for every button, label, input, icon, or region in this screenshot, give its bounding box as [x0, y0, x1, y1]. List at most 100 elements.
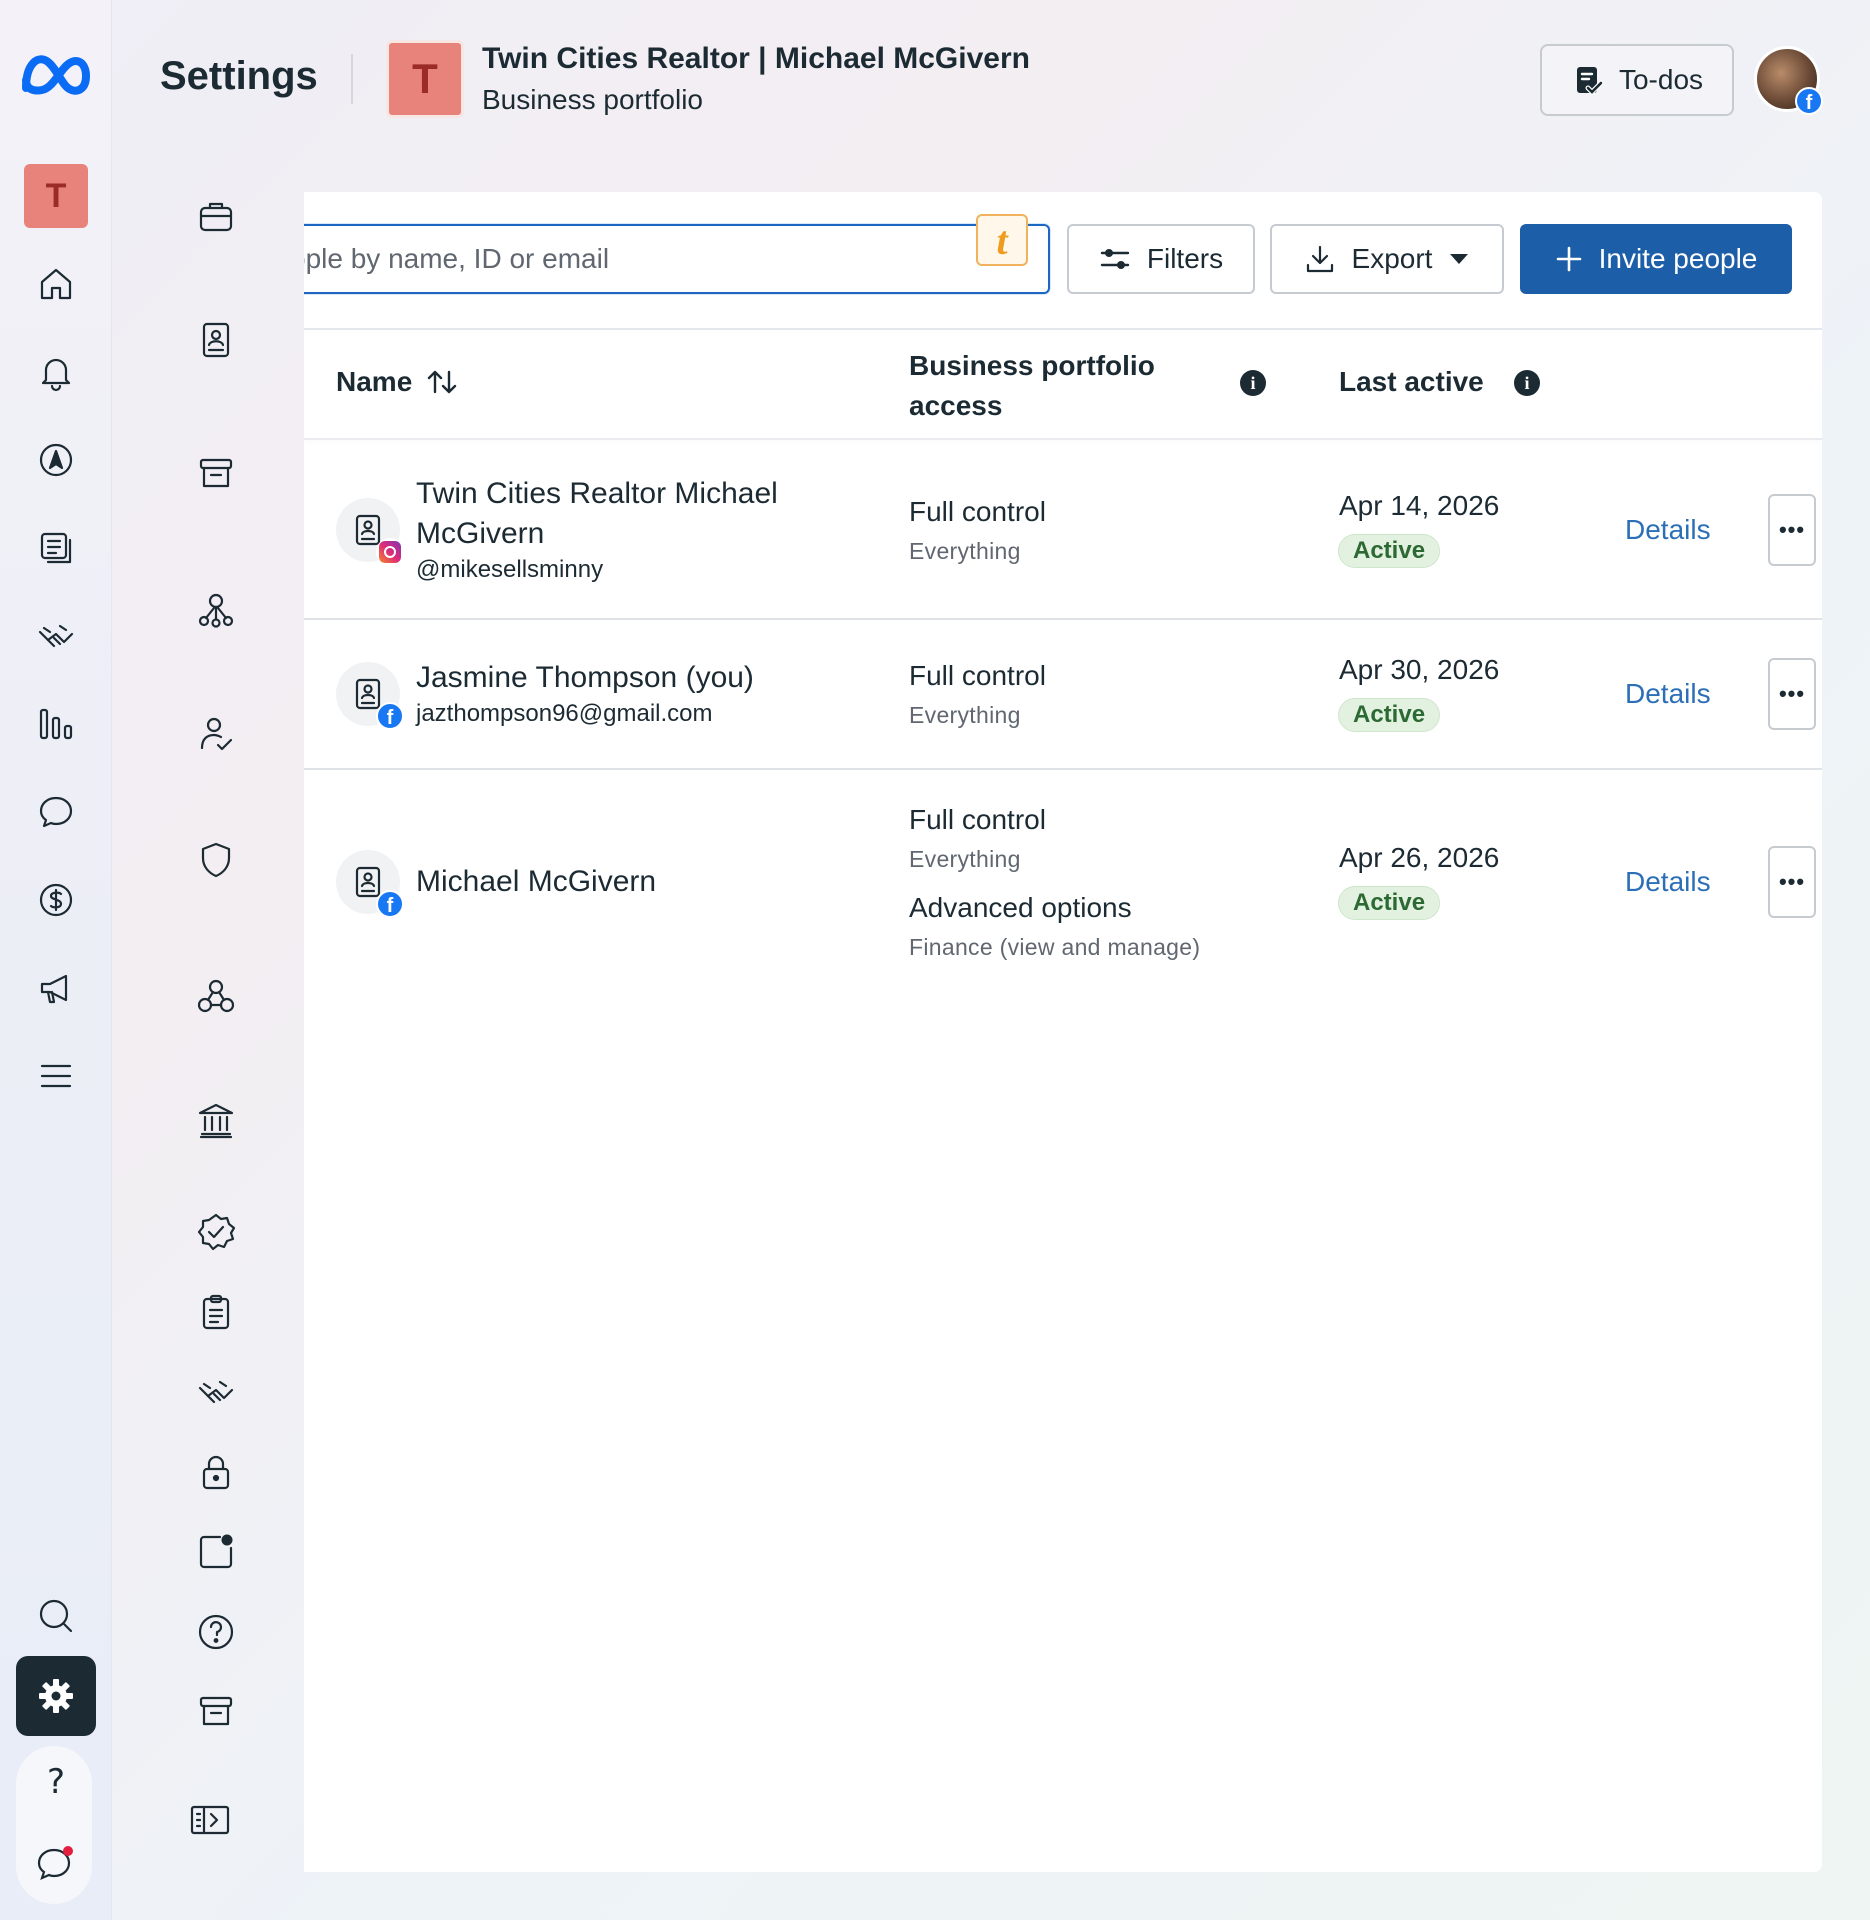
- facebook-icon: f: [376, 890, 404, 918]
- more-options-button[interactable]: •••: [1768, 494, 1816, 566]
- user-avatar[interactable]: f: [1754, 46, 1823, 115]
- help-circle-icon[interactable]: [192, 1608, 240, 1656]
- status-badge: Active: [1338, 698, 1441, 732]
- column-name-label: Name: [336, 366, 413, 397]
- details-link[interactable]: Details: [1625, 514, 1711, 546]
- header-divider: [351, 54, 353, 104]
- business-portfolio-name[interactable]: Twin Cities Realtor | Michael McGivern: [482, 42, 1030, 76]
- integrations-icon[interactable]: [192, 972, 240, 1020]
- feedback-icon[interactable]: [24, 1832, 88, 1896]
- todos-button[interactable]: To-dos: [1540, 44, 1734, 116]
- accounts-icon[interactable]: [192, 586, 240, 634]
- person-name[interactable]: Twin Cities Realtor Michael McGivern: [416, 474, 778, 554]
- header-divider: [304, 438, 1822, 440]
- access-level: Full control: [909, 496, 1046, 527]
- details-link[interactable]: Details: [1625, 866, 1711, 898]
- search-icon[interactable]: [24, 1584, 88, 1648]
- more-options-button[interactable]: •••: [1768, 846, 1816, 918]
- instagram-icon: [376, 538, 404, 566]
- collapse-panel-icon[interactable]: [186, 1796, 234, 1844]
- column-header-last-active[interactable]: Last active: [1339, 366, 1484, 398]
- business-portfolio-subtitle: Business portfolio: [482, 84, 704, 115]
- todos-label: To-dos: [1618, 64, 1704, 95]
- extension-badge[interactable]: t: [976, 214, 1028, 266]
- column-header-name[interactable]: Name: [336, 366, 458, 398]
- person-email: jazthompson96@gmail.com: [416, 700, 713, 727]
- global-nav-rail: T ?: [0, 0, 112, 1920]
- handshake-icon[interactable]: [24, 604, 88, 668]
- last-active-date: Apr 14, 2026: [1339, 490, 1500, 521]
- handshake-icon[interactable]: [192, 1368, 240, 1416]
- export-label: Export: [1351, 243, 1433, 274]
- user-card-icon: f: [336, 850, 404, 918]
- bank-icon[interactable]: [192, 1096, 240, 1144]
- help-icon[interactable]: ?: [16, 1752, 96, 1812]
- page-title: Settings: [160, 54, 318, 98]
- access-scope: Everything: [909, 846, 1021, 872]
- status-badge: Active: [1338, 886, 1441, 920]
- people-panel: t Filters Export Invite people Name Busi…: [304, 192, 1822, 1872]
- access-scope: Everything: [909, 702, 1021, 728]
- table-top-divider: [304, 328, 1822, 330]
- business-portfolio-avatar[interactable]: T: [386, 40, 464, 118]
- home-icon[interactable]: [24, 252, 88, 316]
- column-header-access: Business portfolio access: [909, 346, 1155, 426]
- briefcase-icon[interactable]: [192, 192, 240, 240]
- chat-icon[interactable]: [24, 780, 88, 844]
- advanced-access-scope: Finance (view and manage): [909, 934, 1201, 960]
- filters-icon: [1100, 249, 1130, 269]
- megaphone-icon[interactable]: [24, 956, 88, 1020]
- facebook-icon: f: [1795, 87, 1823, 115]
- menu-icon[interactable]: [24, 1044, 88, 1108]
- user-card-icon: f: [336, 662, 404, 730]
- business-avatar[interactable]: T: [24, 164, 88, 228]
- user-card-icon[interactable]: [192, 316, 240, 364]
- person-name[interactable]: Jasmine Thompson (you): [416, 658, 754, 698]
- access-scope: Everything: [909, 538, 1021, 564]
- pages-icon[interactable]: [24, 516, 88, 580]
- user-check-icon[interactable]: [192, 710, 240, 758]
- last-active-date: Apr 26, 2026: [1339, 842, 1500, 873]
- bell-icon[interactable]: [24, 340, 88, 404]
- lock-icon[interactable]: [192, 1448, 240, 1496]
- settings-button[interactable]: [16, 1656, 96, 1736]
- more-options-button[interactable]: •••: [1768, 658, 1816, 730]
- person-name-line2: McGivern: [416, 517, 545, 550]
- verified-icon[interactable]: [192, 1208, 240, 1256]
- access-level: Full control: [909, 660, 1046, 691]
- archive-icon[interactable]: [192, 450, 240, 498]
- sort-icon: [428, 370, 457, 394]
- dollar-icon[interactable]: [24, 868, 88, 932]
- person-handle: @mikesellsminny: [416, 556, 604, 583]
- plus-icon: [1556, 246, 1581, 272]
- meta-logo-icon[interactable]: [18, 44, 96, 106]
- export-button[interactable]: Export: [1270, 224, 1504, 294]
- archive-icon[interactable]: [192, 1688, 240, 1736]
- todo-list-icon: [1576, 67, 1604, 96]
- filters-label: Filters: [1146, 243, 1224, 274]
- search-people-field[interactable]: t: [304, 214, 1050, 294]
- access-level: Full control: [909, 804, 1046, 835]
- compass-icon[interactable]: [24, 428, 88, 492]
- clipboard-icon[interactable]: [192, 1288, 240, 1336]
- search-input[interactable]: [304, 226, 1048, 292]
- details-link[interactable]: Details: [1625, 678, 1711, 710]
- column-access-label-line2: access: [909, 390, 1003, 421]
- insights-icon[interactable]: [24, 692, 88, 756]
- notification-icon[interactable]: [192, 1528, 240, 1576]
- download-icon: [1306, 245, 1333, 273]
- row-divider: [304, 768, 1822, 770]
- filters-button[interactable]: Filters: [1067, 224, 1255, 294]
- shield-icon[interactable]: [192, 836, 240, 884]
- gear-icon: [39, 1679, 73, 1713]
- person-name[interactable]: Michael McGivern: [416, 862, 656, 902]
- invite-people-label: Invite people: [1598, 243, 1758, 274]
- facebook-icon: f: [376, 702, 404, 730]
- last-active-info-icon[interactable]: i: [1514, 370, 1540, 396]
- last-active-date: Apr 30, 2026: [1339, 654, 1500, 685]
- status-badge: Active: [1338, 534, 1441, 568]
- user-card-icon: [336, 498, 404, 566]
- invite-people-button[interactable]: Invite people: [1520, 224, 1792, 294]
- advanced-access-level: Advanced options: [909, 892, 1132, 923]
- access-info-icon[interactable]: i: [1240, 370, 1266, 396]
